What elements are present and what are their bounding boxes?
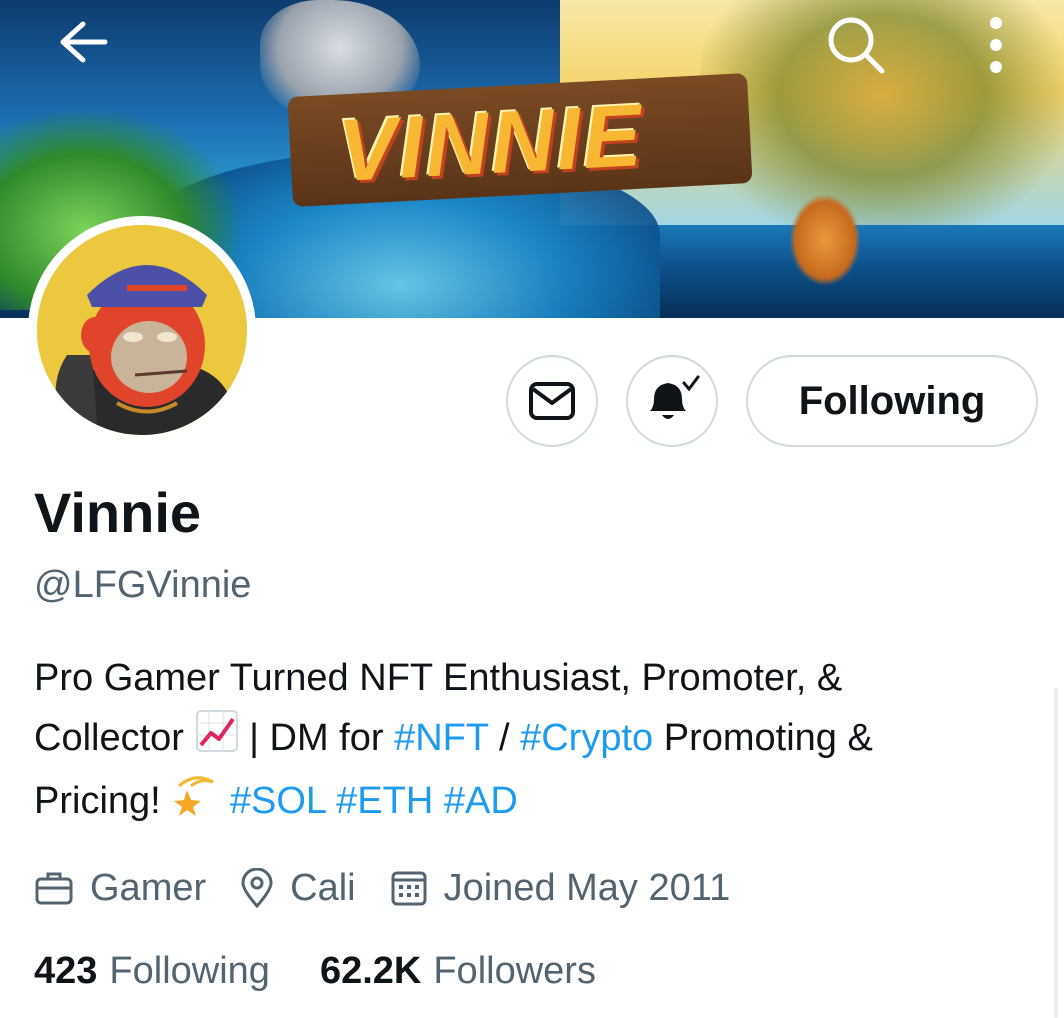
bio-text: / [498,717,510,759]
search-button[interactable] [818,10,894,80]
bell-check-icon [650,375,700,419]
more-options-button[interactable] [966,10,1026,80]
hashtag-crypto[interactable]: #Crypto [520,717,653,759]
message-button[interactable] [506,355,598,447]
category-label: Gamer [90,866,207,909]
banner-logo-text: VINNIE [335,85,646,200]
profile-bio: Pro Gamer Turned NFT Enthusiast, Promote… [34,648,1054,834]
envelope-icon [529,382,575,420]
profile-stats: 423 Following 62.2K Followers [34,950,646,993]
bio-line-3: Pricing! #SOL #ETH #AD [34,771,1054,834]
followers-count: 62.2K [319,950,422,992]
following-count: 423 [34,950,98,992]
hashtag-eth[interactable]: #ETH [336,780,433,822]
briefcase-icon [35,872,73,905]
search-icon [828,17,885,74]
location-pin-icon [241,868,273,908]
back-button[interactable] [46,14,116,70]
meta-location: Cali [240,866,356,910]
chart-increasing-emoji-icon [195,709,239,771]
hashtag-nft[interactable]: #NFT [394,717,488,759]
calendar-icon [391,871,427,906]
following-label: Following [109,950,270,992]
bio-text: Pricing! [34,779,161,822]
arrow-left-icon [60,21,108,63]
joined-label: Joined May 2011 [443,866,731,909]
meta-category: Gamer [34,867,206,910]
user-handle: @LFGVinnie [34,564,252,606]
bio-line-1: Pro Gamer Turned NFT Enthusiast, Promote… [34,648,1054,708]
avatar[interactable] [28,216,256,444]
followers-label: Followers [433,950,596,992]
hashtag-sol[interactable]: #SOL [230,780,326,822]
scrollbar[interactable] [1054,688,1058,1018]
following-button[interactable]: Following [746,355,1038,447]
location-label: Cali [290,866,356,909]
banner-starfish [790,195,860,285]
bio-text: Promoting & [663,717,873,759]
bio-text: Pro Gamer Turned NFT Enthusiast, Promote… [34,657,843,699]
notifications-button[interactable] [626,355,718,447]
followers-stat[interactable]: 62.2K Followers [320,950,596,993]
bio-text: Collector [34,717,184,759]
bio-text: | DM for [249,717,384,759]
profile-meta: Gamer Cali Joined May 2011 [34,858,764,918]
more-vertical-icon [990,17,1002,73]
following-stat[interactable]: 423 Following [34,950,270,993]
bio-line-2: Collector | DM for #NFT / #Crypto Promot… [34,708,1054,771]
ape-avatar-illustration [37,225,247,435]
hashtag-ad[interactable]: #AD [444,780,518,822]
meta-joined: Joined May 2011 [390,866,731,910]
display-name: Vinnie [34,481,202,544]
avatar-image [37,225,247,435]
dizzy-star-emoji-icon [171,772,219,834]
